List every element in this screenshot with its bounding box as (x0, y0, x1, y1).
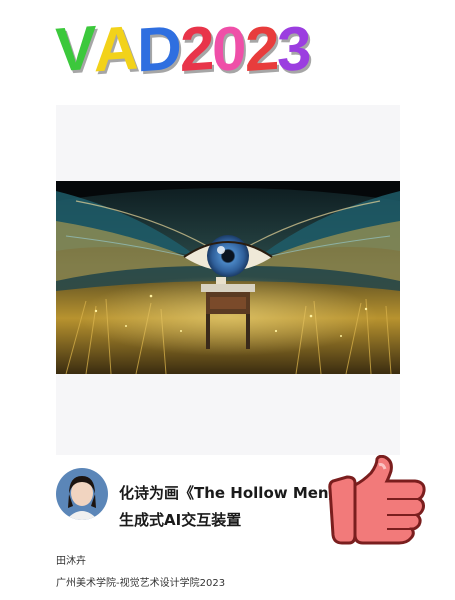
author-name: 田沐卉 (56, 556, 86, 567)
project-title: 化诗为画《The Hollow Men》 (119, 484, 344, 502)
artwork-image (56, 181, 400, 374)
logo-letter-v: V (55, 13, 95, 86)
author-avatar[interactable] (56, 468, 108, 520)
logo-digit-2: 2 (179, 13, 213, 86)
school-name: 广州美术学院-视觉艺术设计学院2023 (56, 578, 226, 589)
project-subtitle: 生成式AI交互装置 (119, 511, 242, 529)
logo-digit-0: 0 (212, 13, 245, 86)
vad2023-logo: V A D 2 0 2 3 (55, 10, 400, 90)
like-button[interactable] (327, 454, 432, 550)
thumbs-up-icon (328, 454, 426, 545)
logo-digit-3: 3 (277, 13, 310, 86)
logo-digit-2b: 2 (244, 13, 278, 86)
logo-letter-d: D (137, 13, 180, 86)
logo-letter-a: A (94, 13, 138, 86)
